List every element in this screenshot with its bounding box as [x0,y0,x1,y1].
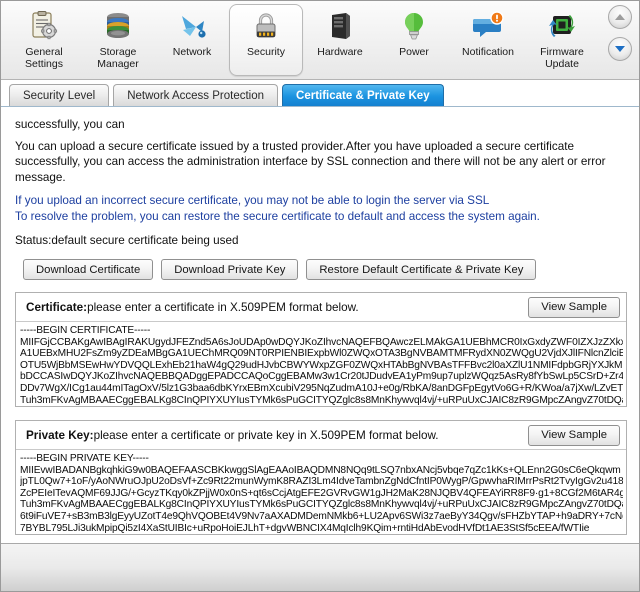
window-footer [1,543,639,591]
toolbar-item-label: Hardware [317,46,363,58]
certificate-line: OTU5WjBbMSEwHwYDVQQLExhEb21haW4gQ29udHJv… [20,359,623,371]
padlock-icon [249,9,283,43]
speech-bubble-alert-icon [471,9,505,43]
certificate-panel: Certificate:please enter a certificate i… [15,292,627,407]
toolbar-item-general-settings[interactable]: General Settings [7,4,81,76]
toolbar-item-network[interactable]: Network [155,4,229,76]
certificate-action-buttons: Download Certificate Download Private Ke… [15,259,627,280]
chevron-up-icon[interactable] [608,5,632,29]
tab-security-level[interactable]: Security Level [9,84,110,106]
toolbar-item-label: Firmware Update [540,46,584,70]
certificate-line: A1UEBxMHU2FsZm9yZDEaMBgGA1UEChMRQ09NT0RP… [20,348,623,360]
private-key-line: ZcPEIeITevAQMF69JJG/+GcyzTKqy0kZPjjW0x0n… [20,487,623,499]
tab-bar: Security Level Network Access Protection… [1,80,639,107]
certificate-label-bold: Certificate: [26,300,88,314]
warning-line-2: To resolve the problem, you can restore … [15,209,540,223]
view-sample-private-key-button[interactable]: View Sample [528,424,620,446]
download-certificate-button[interactable]: Download Certificate [23,259,154,280]
tab-network-access-protection[interactable]: Network Access Protection [113,84,279,106]
private-key-line: MIIEvwIBADANBgkqhkiG9w0BAQEFAASCBKkwggSl… [20,464,621,476]
chip-refresh-icon [545,9,579,43]
download-private-key-button[interactable]: Download Private Key [161,259,299,280]
certificate-textarea[interactable]: -----BEGIN CERTIFICATE----- MIIFGjCCBAKg… [16,322,626,406]
private-key-line: 6t9iFuVE7+sB3mB3lgEyyUZotT4e9QhVQOBEt4V9… [20,510,623,522]
private-key-label-bold: Private Key: [26,428,94,442]
certificate-panel-content: successfully, you can You can upload a s… [1,107,639,543]
warning-line-1: If you upload an incorrect secure certif… [15,194,490,207]
clipboard-gear-icon [27,9,61,43]
view-sample-certificate-button[interactable]: View Sample [528,296,620,318]
certificate-line: bDCCASIwDQYJKoZIhvcNAQEBBQADggEPADCCAQoC… [20,371,623,383]
toolbar-item-security[interactable]: Security [229,4,303,76]
toolbar-item-hardware[interactable]: Hardware [303,4,377,76]
certificate-line: -----BEGIN CERTIFICATE----- [20,325,151,336]
toolbar-item-notification[interactable]: Notification [451,4,525,76]
disk-stack-icon [101,9,135,43]
toolbar-item-firmware-update[interactable]: Firmware Update [525,4,599,76]
certificate-line: Tuh3mFKvAgMBAAECggEBALKg8CInQPIYXUYIusTY… [20,394,623,406]
private-key-panel: Private Key:please enter a certificate o… [15,420,627,535]
certificate-label-rest: please enter a certificate in X.509PEM f… [87,300,359,314]
intro-fragment: successfully, you can [15,118,125,131]
private-key-label-rest: please enter a certificate or private ke… [93,428,439,442]
toolbar-item-label: Storage Manager [97,46,139,70]
private-key-line: jpTL0Qw7+1oF/yAoNWruOJpU2oDsVf+Zc9Rt22mu… [20,476,623,488]
lightbulb-icon [397,9,431,43]
private-key-line: Tuh3mFKvAgMBAAECggEBALKg8CInQPIYXUYIusTY… [20,499,623,511]
private-key-line: -----BEGIN PRIVATE KEY----- [20,453,149,464]
tab-certificate-private-key[interactable]: Certificate & Private Key [282,84,444,106]
server-chassis-icon [323,9,357,43]
private-key-textarea[interactable]: -----BEGIN PRIVATE KEY----- MIIEvwIBADAN… [16,450,626,534]
toolbar-item-label: Security [247,46,285,58]
toolbar-item-storage-manager[interactable]: Storage Manager [81,4,155,76]
restore-default-button[interactable]: Restore Default Certificate & Private Ke… [306,259,537,280]
description-text: You can upload a secure certificate issu… [15,139,606,184]
security-settings-window: General Settings Storage Manager Network… [0,0,640,592]
private-key-panel-header: Private Key:please enter a certificate o… [16,421,626,450]
private-key-line: 7BYBL795LJi3ukMpipQi5zI4XaStUIBIc+uRpoHo… [20,522,590,534]
status-text: Status:default secure certificate being … [15,234,239,247]
certificate-panel-header: Certificate:please enter a certificate i… [16,293,626,322]
toolbar-scroll-arrows [608,5,634,61]
toolbar-item-power[interactable]: Power [377,4,451,76]
toolbar-item-label: Notification [462,46,514,58]
toolbar-item-label: Power [399,46,429,58]
chevron-down-icon[interactable] [608,37,632,61]
certificate-line: MIIFGjCCBAKgAwIBAgIRAKUgydJFEZnd5A6sJoUD… [20,336,623,348]
toolbar-item-label: Network [172,46,212,58]
certificate-panel-title: Certificate:please enter a certificate i… [26,301,359,314]
private-key-panel-title: Private Key:please enter a certificate o… [26,429,439,442]
main-toolbar: General Settings Storage Manager Network… [1,1,639,80]
network-icon [175,9,209,43]
certificate-line: DDv7WgX/ICg1au44mITagOxV/5lz1G3baa6dbKYr… [20,382,623,394]
toolbar-item-label: General Settings [25,46,63,70]
